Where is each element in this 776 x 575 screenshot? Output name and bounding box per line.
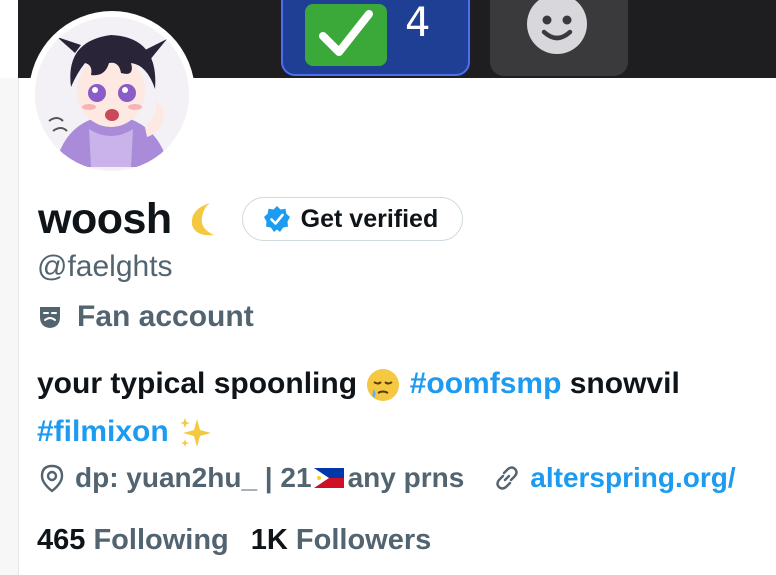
followers-count: 1K <box>250 524 288 556</box>
profile-website-link[interactable]: alterspring.org/ <box>530 462 735 494</box>
display-name: woosh <box>38 194 172 243</box>
sparkles-emoji <box>180 418 212 448</box>
followers-label: Followers <box>295 524 432 556</box>
avatar[interactable] <box>35 17 189 171</box>
sleepy-face-emoji <box>367 369 400 402</box>
following-label: Following <box>93 524 229 556</box>
check-mark-icon <box>305 4 387 66</box>
link-icon <box>496 466 518 490</box>
banner-check-tile: 4 <box>281 0 470 76</box>
user-handle: @faelghts <box>37 250 173 283</box>
location-text: dp: yuan2hu_ | 21 <box>75 462 312 493</box>
philippines-flag-icon <box>313 468 344 488</box>
bio-text-continued: snowvil <box>569 367 680 400</box>
banner-smiley-tile <box>490 0 628 76</box>
profile-page: 4 woosh Get verified @faelghts Fan accou… <box>0 0 776 575</box>
left-edge-panel <box>0 78 19 575</box>
name-row: woosh Get verified <box>38 192 464 246</box>
anime-avatar-icon <box>35 17 189 171</box>
profile-bio: your typical spoonling #oomfsmp snowvil … <box>37 360 776 456</box>
category-label: Fan account <box>77 300 254 333</box>
profile-meta: dp: yuan2hu_ | 21 any prns alterspring.o… <box>37 462 736 494</box>
location-pin-icon <box>40 464 64 493</box>
get-verified-label: Get verified <box>300 204 439 233</box>
following-count: 465 <box>37 524 86 556</box>
bio-line-1: your typical spoonling #oomfsmp snowvil <box>37 360 776 408</box>
banner-count: 4 <box>405 0 431 46</box>
bio-line-2: #filmixon <box>37 408 776 456</box>
profile-category: Fan account <box>37 300 254 334</box>
bio-hashtag-filmixon[interactable]: #filmixon <box>37 415 169 448</box>
bio-hashtag-oomfsmp[interactable]: #oomfsmp <box>410 367 562 400</box>
pronouns-text: any prns <box>347 462 465 493</box>
crescent-moon-icon <box>191 203 214 236</box>
following-stat[interactable]: 465 Following <box>37 524 229 557</box>
bio-text: your typical spoonling <box>37 367 358 400</box>
verified-badge-icon <box>263 206 290 232</box>
get-verified-button[interactable]: Get verified <box>241 197 464 241</box>
follow-stats: 465 Following 1K Followers <box>37 524 453 557</box>
followers-stat[interactable]: 1K Followers <box>251 524 432 557</box>
smiley-face-icon <box>527 0 587 54</box>
mask-icon <box>40 307 60 328</box>
